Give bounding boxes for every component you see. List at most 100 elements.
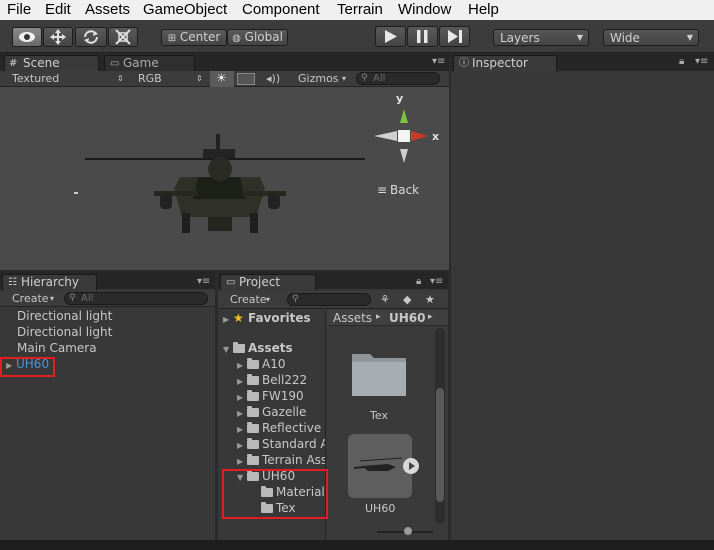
panel-menu-icon[interactable]: ▾≡ bbox=[432, 56, 445, 67]
hierarchy-item[interactable]: Directional light bbox=[0, 324, 112, 340]
folder-label: A10 bbox=[262, 357, 286, 371]
view-label: Back bbox=[390, 183, 420, 197]
gizmos-arrow-icon: ▾ bbox=[342, 74, 347, 83]
highlight-box bbox=[0, 357, 55, 377]
folder-label: Standard A bbox=[262, 437, 326, 451]
panel-menu-icon[interactable]: ▾≡ bbox=[197, 276, 210, 287]
tex-folder-thumbnail[interactable] bbox=[350, 348, 408, 398]
menu-window[interactable]: Window bbox=[398, 0, 451, 20]
eye-icon bbox=[19, 32, 35, 42]
scrollbar-thumb[interactable] bbox=[436, 388, 444, 502]
view-tool-button[interactable] bbox=[12, 27, 42, 47]
panel-menu-icon[interactable]: ▾≡ bbox=[695, 56, 708, 67]
pause-button[interactable] bbox=[407, 26, 438, 47]
play-button[interactable] bbox=[375, 26, 406, 47]
tag-icon[interactable]: ◆ bbox=[403, 293, 411, 307]
menu-edit[interactable]: Edit bbox=[45, 0, 71, 20]
audio-toggle-icon[interactable]: ◂)) bbox=[266, 72, 280, 86]
play-icon bbox=[385, 30, 397, 43]
view-menu-icon: ≡ bbox=[377, 183, 388, 197]
assets-root-folder[interactable]: ▼ Assets bbox=[218, 340, 293, 356]
favorites-section[interactable]: ▶ ★ Favorites bbox=[218, 310, 311, 326]
color-mode-dropdown[interactable]: RGB bbox=[138, 72, 162, 86]
folder-standard[interactable]: ▶ Standard A bbox=[218, 436, 326, 452]
menu-assets[interactable]: Assets bbox=[85, 0, 130, 20]
move-arrows-icon bbox=[50, 29, 66, 45]
project-search-input[interactable]: ⚲ bbox=[287, 293, 371, 306]
menu-component[interactable]: Component bbox=[242, 0, 320, 20]
tab-scene[interactable]: # Scene bbox=[4, 55, 99, 72]
layers-dropdown[interactable]: Layers ▼ bbox=[493, 29, 589, 46]
tab-game[interactable]: ▭ Game bbox=[104, 55, 195, 72]
tex-folder-label: Tex bbox=[370, 409, 388, 422]
hierarchy-panel: ☷ Hierarchy ▾≡ Create ▾ ⚲ All Directiona… bbox=[0, 272, 215, 540]
folder-reflective[interactable]: ▶ Reflective S bbox=[218, 420, 325, 436]
folder-a10[interactable]: ▶ A10 bbox=[218, 356, 285, 372]
globe-icon: ◍ bbox=[232, 33, 241, 44]
move-tool-button[interactable] bbox=[43, 27, 73, 47]
breadcrumb-assets[interactable]: Assets bbox=[333, 311, 372, 325]
hierarchy-create-dropdown[interactable]: Create bbox=[12, 292, 49, 306]
folder-icon bbox=[247, 422, 259, 433]
sun-icon: ☀ bbox=[216, 71, 227, 85]
scene-viewport[interactable]: y x ≡ Back bbox=[0, 87, 449, 270]
folder-icon bbox=[247, 454, 259, 465]
list-icon: ☷ bbox=[8, 277, 17, 288]
favorites-label: Favorites bbox=[247, 311, 311, 325]
tab-inspector-label: Inspector bbox=[472, 56, 528, 70]
highlight-box bbox=[222, 469, 328, 519]
rotate-tool-button[interactable] bbox=[75, 27, 107, 47]
expand-arrow-icon: ▶ bbox=[223, 315, 230, 324]
image-toggle-icon[interactable] bbox=[237, 73, 255, 85]
color-mode-arrow-icon: ⇕ bbox=[196, 74, 203, 83]
tab-project[interactable]: ▭ Project bbox=[220, 274, 316, 291]
layout-dropdown[interactable]: Wide ▼ bbox=[603, 29, 699, 46]
folder-icon bbox=[247, 374, 259, 385]
scene-icon: # bbox=[9, 58, 18, 69]
slider-handle[interactable] bbox=[404, 527, 412, 535]
space-mode-label: Global bbox=[244, 30, 283, 44]
panel-menu-icon[interactable]: ▾≡ bbox=[430, 276, 443, 287]
play-icon bbox=[409, 462, 415, 470]
folder-bell222[interactable]: ▶ Bell222 bbox=[218, 372, 307, 388]
folder-gazelle[interactable]: ▶ Gazelle bbox=[218, 404, 306, 420]
hierarchy-item[interactable]: Main Camera bbox=[0, 340, 97, 356]
scene-search-input[interactable]: ⚲ All bbox=[356, 72, 440, 85]
star-icon[interactable]: ★ bbox=[425, 293, 435, 307]
pivot-icon: ⊞ bbox=[167, 33, 177, 44]
folder-fw190[interactable]: ▶ FW190 bbox=[218, 388, 304, 404]
project-create-dropdown[interactable]: Create bbox=[230, 293, 267, 307]
scene-panel: # Scene ▭ Game ▾≡ Textured ⇕ RGB ⇕ ☀ ◂))… bbox=[0, 54, 449, 270]
expand-preview-button[interactable] bbox=[403, 458, 419, 474]
gizmo-x-label: x bbox=[432, 130, 440, 143]
lock-icon[interactable]: 🔒︎ bbox=[416, 276, 421, 287]
rotate-icon bbox=[84, 30, 98, 44]
hierarchy-item[interactable]: Directional light bbox=[0, 308, 112, 324]
project-asset-area: Assets ▸ UH60 ▸ Tex UH60 bbox=[327, 310, 448, 540]
project-toolbar: Create ▾ ⚲ ⚘ ◆ ★ bbox=[218, 291, 448, 309]
lock-icon[interactable]: 🔒︎ bbox=[679, 56, 684, 67]
render-mode-dropdown[interactable]: Textured bbox=[12, 72, 59, 86]
breadcrumb-uh60[interactable]: UH60 bbox=[389, 311, 426, 325]
gizmos-dropdown[interactable]: Gizmos bbox=[298, 72, 339, 86]
asset-scrollbar[interactable] bbox=[435, 328, 445, 524]
menu-help[interactable]: Help bbox=[468, 0, 499, 20]
menu-terrain[interactable]: Terrain bbox=[337, 0, 383, 20]
dropdown-arrow-icon: ▾ bbox=[50, 294, 55, 303]
menu-gameobject[interactable]: GameObject bbox=[143, 0, 227, 20]
lighting-toggle[interactable]: ☀ bbox=[210, 71, 234, 87]
folder-terrain[interactable]: ▶ Terrain Ass bbox=[218, 452, 325, 468]
filter-type-icon[interactable]: ⚘ bbox=[380, 293, 390, 307]
tab-inspector[interactable]: ⓘ Inspector bbox=[453, 55, 557, 72]
folder-label: Bell222 bbox=[262, 373, 308, 387]
folder-icon bbox=[233, 342, 245, 353]
step-button[interactable] bbox=[439, 26, 470, 47]
tab-hierarchy[interactable]: ☷ Hierarchy bbox=[2, 274, 97, 291]
scale-tool-button[interactable] bbox=[108, 27, 138, 47]
hierarchy-list: Directional light Directional light Main… bbox=[0, 308, 215, 540]
toolbar: ⊞ Center ◍ Global Layers ▼ Wide ▼ bbox=[0, 20, 714, 53]
space-mode-button[interactable]: ◍ Global bbox=[227, 29, 288, 46]
menu-file[interactable]: File bbox=[7, 0, 31, 20]
hierarchy-search-input[interactable]: ⚲ All bbox=[64, 292, 208, 305]
pivot-mode-button[interactable]: ⊞ Center bbox=[161, 29, 227, 46]
